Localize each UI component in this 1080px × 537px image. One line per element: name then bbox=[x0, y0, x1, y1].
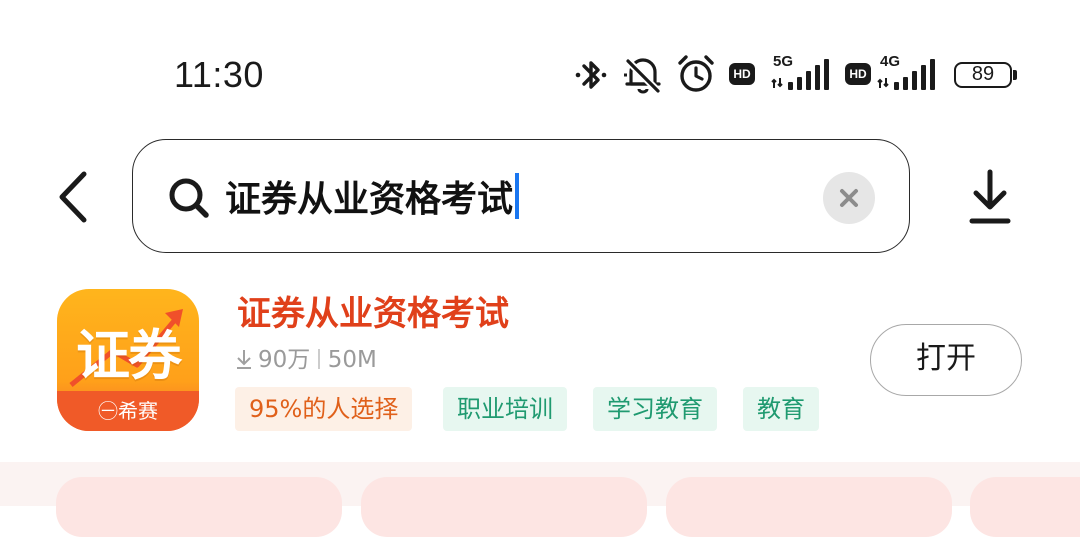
recommendation-card[interactable] bbox=[361, 477, 647, 537]
hd-icon: HD bbox=[729, 63, 755, 85]
tag-category: 职业培训 bbox=[443, 387, 567, 431]
clear-button[interactable] bbox=[823, 172, 875, 224]
tag-popularity: 95%的人选择 bbox=[235, 387, 413, 431]
app-meta: 90万 50M bbox=[234, 344, 377, 376]
tag-category: 学习教育 bbox=[593, 387, 717, 431]
app-icon[interactable]: 证券 ㊀希赛 bbox=[57, 289, 199, 431]
download-count: 90万 bbox=[258, 347, 311, 373]
meta-divider bbox=[318, 349, 320, 369]
signal-4g-icon bbox=[877, 59, 935, 90]
search-input[interactable]: 证券从业资格考试 bbox=[225, 173, 520, 225]
recommendation-card[interactable] bbox=[56, 477, 342, 537]
status-icons: HD 5G HD 4G 89 bbox=[570, 52, 1020, 96]
search-box[interactable]: 证券从业资格考试 bbox=[132, 139, 910, 253]
app-icon-text: 证券 bbox=[76, 324, 182, 387]
open-button[interactable]: 打开 bbox=[870, 324, 1022, 396]
recommendation-card[interactable] bbox=[970, 477, 1080, 537]
text-caret bbox=[515, 173, 520, 219]
app-size: 50M bbox=[327, 347, 377, 373]
download-count-icon bbox=[237, 350, 251, 369]
app-icon-brand: ㊀希赛 bbox=[57, 391, 199, 431]
silent-icon bbox=[624, 58, 661, 94]
alarm-icon bbox=[678, 55, 714, 92]
bluetooth-icon bbox=[575, 61, 607, 89]
chevron-left-icon bbox=[59, 171, 87, 223]
tag-category: 教育 bbox=[743, 387, 819, 431]
battery-icon: 89 bbox=[954, 62, 1012, 88]
recommendation-card[interactable] bbox=[666, 477, 952, 537]
search-query-text: 证券从业资格考试 bbox=[225, 179, 514, 220]
back-button[interactable] bbox=[50, 168, 98, 226]
download-manager-button[interactable] bbox=[966, 168, 1014, 228]
signal-5g-icon bbox=[771, 59, 829, 90]
search-icon bbox=[169, 178, 209, 218]
battery-tip bbox=[1013, 70, 1017, 80]
close-icon bbox=[840, 189, 858, 207]
download-icon bbox=[969, 169, 1011, 224]
app-name[interactable]: 证券从业资格考试 bbox=[237, 292, 509, 336]
hd-icon-2: HD bbox=[845, 63, 871, 85]
status-time: 11:30 bbox=[174, 54, 264, 95]
